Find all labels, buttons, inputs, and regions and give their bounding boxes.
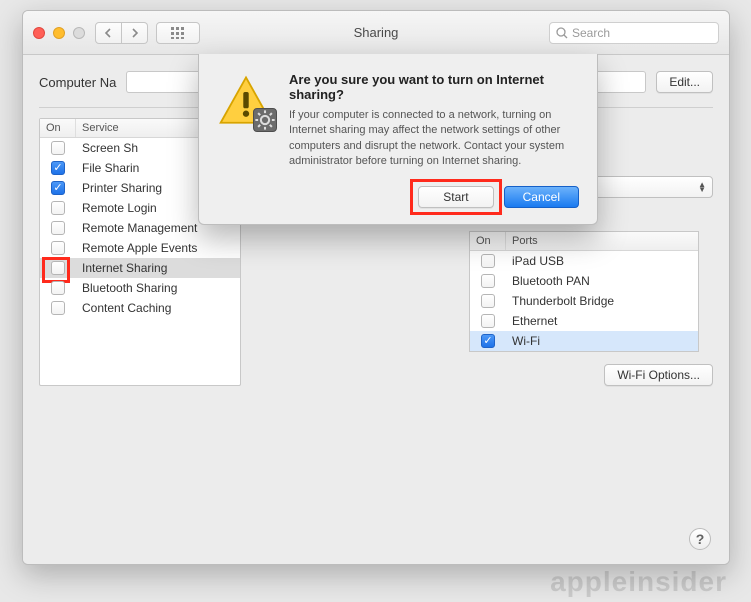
dialog-title: Are you sure you want to turn on Interne… — [289, 72, 579, 102]
table-row[interactable]: Remote Apple Events — [40, 238, 240, 258]
port-label: Bluetooth PAN — [506, 274, 698, 288]
computer-name-label: Computer Na — [39, 75, 116, 90]
grid-icon — [171, 27, 185, 39]
gear-icon — [253, 108, 277, 132]
help-button[interactable]: ? — [689, 528, 711, 550]
titlebar: Sharing Search — [23, 11, 729, 55]
table-row[interactable]: Thunderbolt Bridge — [470, 291, 698, 311]
chevron-left-icon — [104, 28, 113, 38]
port-label: iPad USB — [506, 254, 698, 268]
port-label: Ethernet — [506, 314, 698, 328]
port-label: Wi-Fi — [506, 334, 698, 348]
service-checkbox[interactable] — [51, 221, 65, 235]
ports-col-on: On — [470, 232, 506, 250]
minimize-window-icon[interactable] — [53, 27, 65, 39]
service-label: Content Caching — [76, 301, 240, 315]
port-checkbox[interactable] — [481, 314, 495, 328]
search-input[interactable]: Search — [549, 22, 719, 44]
port-checkbox[interactable] — [481, 254, 495, 268]
services-col-on: On — [40, 119, 76, 137]
table-row[interactable]: iPad USB — [470, 251, 698, 271]
watermark: appleinsider — [550, 566, 727, 598]
preferences-window: Sharing Search Computer Na Edit... On Se… — [22, 10, 730, 565]
table-row[interactable]: Bluetooth PAN — [470, 271, 698, 291]
ports-col-ports: Ports — [506, 232, 698, 250]
service-label: Internet Sharing — [76, 261, 240, 275]
forward-button[interactable] — [122, 22, 148, 44]
service-checkbox[interactable] — [51, 141, 65, 155]
show-all-button[interactable] — [156, 22, 200, 44]
service-checkbox[interactable] — [51, 301, 65, 315]
window-controls — [33, 27, 85, 39]
wifi-options-button[interactable]: Wi-Fi Options... — [604, 364, 713, 386]
port-label: Thunderbolt Bridge — [506, 294, 698, 308]
dialog-buttons: Start Cancel — [217, 186, 579, 208]
port-checkbox[interactable] — [481, 294, 495, 308]
zoom-window-icon[interactable] — [73, 27, 85, 39]
service-checkbox[interactable] — [51, 241, 65, 255]
service-checkbox[interactable] — [51, 201, 65, 215]
search-icon — [556, 27, 568, 39]
service-label: Remote Apple Events — [76, 241, 240, 255]
table-row[interactable]: Internet Sharing — [40, 258, 240, 278]
service-checkbox[interactable] — [51, 261, 65, 275]
port-checkbox[interactable] — [481, 334, 495, 348]
select-arrows-icon: ▲▼ — [698, 182, 706, 192]
chevron-right-icon — [130, 28, 139, 38]
service-checkbox[interactable] — [51, 281, 65, 295]
help-icon: ? — [696, 531, 705, 547]
ports-header: On Ports — [470, 232, 698, 251]
confirm-dialog: Are you sure you want to turn on Interne… — [198, 54, 598, 225]
back-button[interactable] — [95, 22, 122, 44]
search-placeholder: Search — [572, 26, 610, 40]
dialog-body: If your computer is connected to a netwo… — [289, 108, 579, 170]
table-row[interactable]: Wi-Fi — [470, 331, 698, 351]
service-label: Bluetooth Sharing — [76, 281, 240, 295]
edit-button[interactable]: Edit... — [656, 71, 713, 93]
table-row[interactable]: Ethernet — [470, 311, 698, 331]
start-button[interactable]: Start — [418, 186, 493, 208]
port-checkbox[interactable] — [481, 274, 495, 288]
nav-buttons — [95, 22, 200, 44]
cancel-button[interactable]: Cancel — [504, 186, 579, 208]
table-row[interactable]: Content Caching — [40, 298, 240, 318]
ports-table: On Ports iPad USB Bluetooth PAN Thunderb… — [469, 231, 699, 352]
table-row[interactable]: Bluetooth Sharing — [40, 278, 240, 298]
warning-icon — [217, 72, 275, 130]
service-checkbox[interactable] — [51, 181, 65, 195]
close-window-icon[interactable] — [33, 27, 45, 39]
service-checkbox[interactable] — [51, 161, 65, 175]
